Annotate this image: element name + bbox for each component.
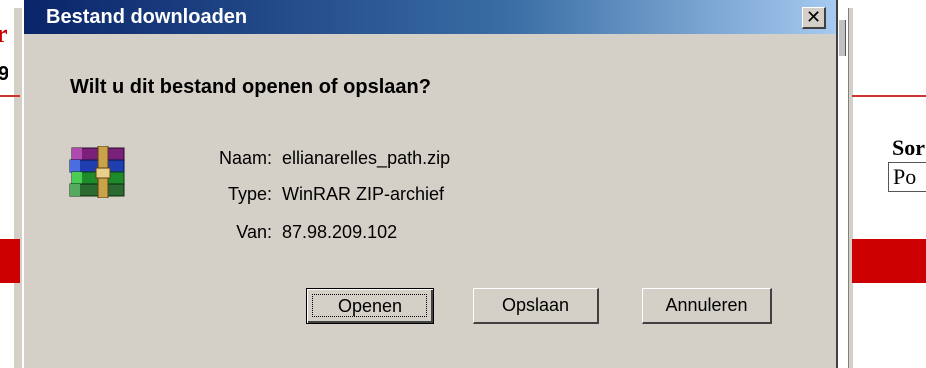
background-divider-right — [852, 95, 926, 97]
info-value-from: 87.98.209.102 — [282, 222, 398, 242]
background-red-bar-right — [852, 239, 926, 283]
dialog-question: Wilt u dit bestand openen of opslaan? — [70, 76, 431, 98]
info-label-type: Type: — [227, 184, 272, 204]
dialog-title: Bestand downloaden — [46, 6, 248, 28]
info-value-type: WinRAR ZIP-archief — [282, 184, 445, 204]
background-sort-label: Sor — [892, 135, 925, 160]
background-window-frame-right — [848, 8, 853, 368]
info-label-name: Naam: — [218, 148, 272, 168]
dialog-titlebar[interactable]: Bestand downloaden ✕ — [24, 0, 836, 34]
background-left-letter: r — [0, 22, 8, 46]
background-left-number: 9 — [0, 63, 8, 85]
info-row-name: Naam: ellianarelles_path.zip — [144, 144, 744, 172]
save-button[interactable]: Opslaan — [473, 288, 599, 324]
info-label-from: Van: — [236, 222, 272, 242]
background-divider-left — [0, 95, 20, 97]
cancel-button-label: Annuleren — [665, 295, 748, 315]
open-button-label: Openen — [337, 295, 403, 316]
background-scrollbar-stub — [838, 20, 846, 56]
winrar-archive-icon — [69, 146, 125, 198]
close-icon: ✕ — [805, 6, 822, 28]
background-red-bar-left — [0, 239, 20, 283]
info-value-name: ellianarelles_path.zip — [282, 148, 451, 168]
download-dialog: Bestand downloaden ✕ Wilt u dit bestand … — [22, 0, 838, 368]
info-row-from: Van: 87.98.209.102 — [144, 218, 744, 246]
background-sort-select[interactable]: Po — [888, 162, 926, 192]
cancel-button[interactable]: Annuleren — [642, 288, 772, 324]
save-button-label: Opslaan — [501, 295, 570, 315]
info-row-type: Type: WinRAR ZIP-archief — [144, 180, 744, 208]
close-button[interactable]: ✕ — [802, 7, 826, 29]
open-button[interactable]: Openen — [306, 288, 434, 324]
